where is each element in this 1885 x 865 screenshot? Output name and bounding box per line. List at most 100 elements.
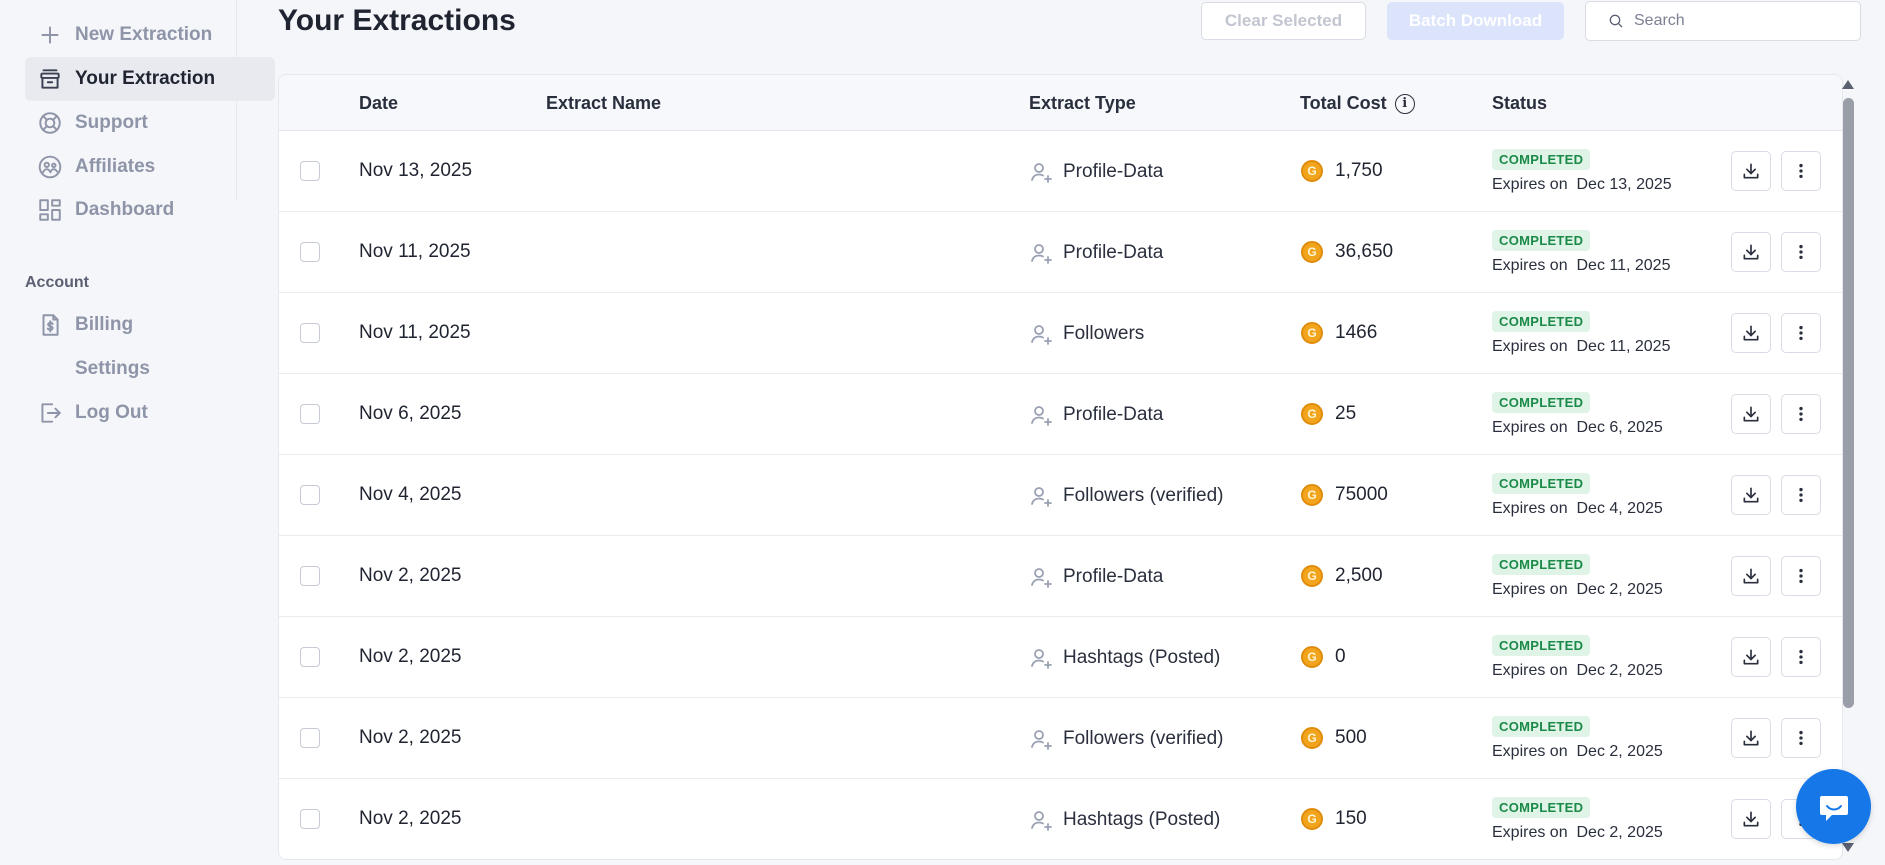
- more-options-button[interactable]: [1781, 313, 1821, 353]
- status-badge: COMPLETED: [1492, 473, 1591, 494]
- info-icon[interactable]: i: [1394, 93, 1415, 114]
- batch-download-button[interactable]: Batch Download: [1387, 2, 1564, 40]
- sidebar-item-support[interactable]: Support: [25, 101, 275, 145]
- more-vertical-icon: [1799, 406, 1803, 422]
- coin-icon: G: [1301, 484, 1323, 506]
- column-header-status[interactable]: Status: [1492, 93, 1547, 114]
- download-button[interactable]: [1731, 475, 1771, 515]
- row-cost-value: 75000: [1335, 484, 1388, 505]
- download-button[interactable]: [1731, 637, 1771, 677]
- user-icon: [1031, 487, 1052, 507]
- row-extract-type-label: Profile-Data: [1063, 242, 1164, 263]
- row-expires-label: Expires on: [1492, 176, 1568, 193]
- more-vertical-icon: [1799, 163, 1803, 179]
- clear-selected-button[interactable]: Clear Selected: [1201, 2, 1366, 40]
- row-checkbox[interactable]: [300, 809, 320, 829]
- more-vertical-icon: [1799, 487, 1803, 503]
- scroll-up-arrow[interactable]: [1842, 80, 1854, 89]
- row-expires: Expires on Dec 13, 2025: [1492, 176, 1672, 194]
- row-date: Nov 11, 2025: [359, 322, 471, 343]
- download-button[interactable]: [1731, 556, 1771, 596]
- row-extract-type: Profile-Data: [1029, 403, 1163, 427]
- row-expires: Expires on Dec 11, 2025: [1492, 257, 1670, 275]
- download-icon: [1743, 244, 1759, 260]
- coin-icon: G: [1301, 565, 1323, 587]
- search-box[interactable]: [1585, 1, 1861, 41]
- download-button[interactable]: [1731, 313, 1771, 353]
- row-status: COMPLETED Expires on Dec 2, 2025: [1492, 716, 1663, 761]
- row-expires: Expires on Dec 6, 2025: [1492, 419, 1663, 437]
- row-cost-value: 500: [1335, 727, 1367, 748]
- sidebar-item-log-out[interactable]: Log Out: [25, 391, 275, 435]
- row-cost-value: 150: [1335, 808, 1367, 829]
- row-status: COMPLETED Expires on Dec 11, 2025: [1492, 230, 1670, 275]
- row-expires-label: Expires on: [1492, 581, 1568, 598]
- scroll-down-arrow[interactable]: [1842, 843, 1854, 852]
- row-date: Nov 2, 2025: [359, 646, 462, 667]
- sidebar-item-label: Log Out: [75, 402, 148, 423]
- row-extract-type-label: Profile-Data: [1063, 566, 1164, 587]
- download-button[interactable]: [1731, 799, 1771, 839]
- column-header-extract-name[interactable]: Extract Name: [546, 93, 661, 114]
- coin-icon: G: [1301, 160, 1323, 182]
- row-status: COMPLETED Expires on Dec 2, 2025: [1492, 635, 1663, 680]
- row-checkbox[interactable]: [300, 647, 320, 667]
- sidebar-item-dashboard[interactable]: Dashboard: [25, 188, 275, 232]
- column-header-total-cost[interactable]: Total Cost i: [1300, 93, 1415, 114]
- more-options-button[interactable]: [1781, 475, 1821, 515]
- row-checkbox[interactable]: [300, 242, 320, 262]
- row-expires: Expires on Dec 2, 2025: [1492, 824, 1663, 842]
- row-total-cost: G0: [1301, 646, 1346, 668]
- row-checkbox[interactable]: [300, 161, 320, 181]
- chat-widget-button[interactable]: [1796, 769, 1871, 844]
- search-input[interactable]: [1634, 12, 1854, 30]
- sidebar-item-settings[interactable]: Settings: [25, 347, 275, 391]
- row-checkbox[interactable]: [300, 728, 320, 748]
- chat-icon: [1819, 795, 1848, 821]
- more-options-button[interactable]: [1781, 151, 1821, 191]
- row-checkbox[interactable]: [300, 404, 320, 424]
- row-date: Nov 13, 2025: [359, 160, 473, 181]
- sidebar-item-affiliates[interactable]: Affiliates: [25, 145, 275, 189]
- column-header-extract-type[interactable]: Extract Type: [1029, 93, 1136, 114]
- row-status: COMPLETED Expires on Dec 4, 2025: [1492, 473, 1663, 518]
- row-expires: Expires on Dec 4, 2025: [1492, 500, 1663, 518]
- download-button[interactable]: [1731, 232, 1771, 272]
- user-icon: [1031, 730, 1052, 750]
- row-checkbox[interactable]: [300, 323, 320, 343]
- more-options-button[interactable]: [1781, 718, 1821, 758]
- sidebar-item-billing[interactable]: Billing: [25, 303, 275, 347]
- download-icon: [1743, 811, 1759, 827]
- row-extract-type-label: Followers (verified): [1063, 728, 1224, 749]
- more-options-button[interactable]: [1781, 556, 1821, 596]
- row-expires-date: Dec 2, 2025: [1576, 824, 1663, 841]
- sidebar-item-label: Billing: [75, 314, 134, 335]
- coin-icon: G: [1301, 646, 1323, 668]
- scrollbar-thumb[interactable]: [1843, 98, 1854, 708]
- coin-icon: G: [1301, 808, 1323, 830]
- more-vertical-icon: [1799, 244, 1803, 260]
- row-checkbox[interactable]: [300, 485, 320, 505]
- download-button[interactable]: [1731, 151, 1771, 191]
- row-date: Nov 2, 2025: [359, 727, 462, 748]
- row-status: COMPLETED Expires on Dec 2, 2025: [1492, 554, 1663, 599]
- more-options-button[interactable]: [1781, 394, 1821, 434]
- column-header-date[interactable]: Date: [359, 93, 398, 114]
- row-extract-type-label: Followers (verified): [1063, 485, 1224, 506]
- download-button[interactable]: [1731, 718, 1771, 758]
- row-extract-type-label: Followers: [1063, 323, 1145, 344]
- sidebar-item-your-extraction[interactable]: Your Extraction: [25, 57, 275, 101]
- row-extract-type: Hashtags (Posted): [1029, 646, 1220, 670]
- download-button[interactable]: [1731, 394, 1771, 434]
- row-expires-date: Dec 13, 2025: [1576, 176, 1672, 193]
- row-expires-date: Dec 6, 2025: [1576, 419, 1663, 436]
- row-checkbox[interactable]: [300, 566, 320, 586]
- row-total-cost: G 25: [1301, 403, 1356, 425]
- more-options-button[interactable]: [1781, 232, 1821, 272]
- download-icon: [1743, 163, 1759, 179]
- sidebar-item-label: Settings: [75, 358, 150, 379]
- plus-icon: [25, 22, 75, 48]
- more-options-button[interactable]: [1781, 637, 1821, 677]
- sidebar-item-new-extraction[interactable]: New Extraction: [25, 13, 275, 57]
- sidebar-item-label: Affiliates: [75, 156, 156, 177]
